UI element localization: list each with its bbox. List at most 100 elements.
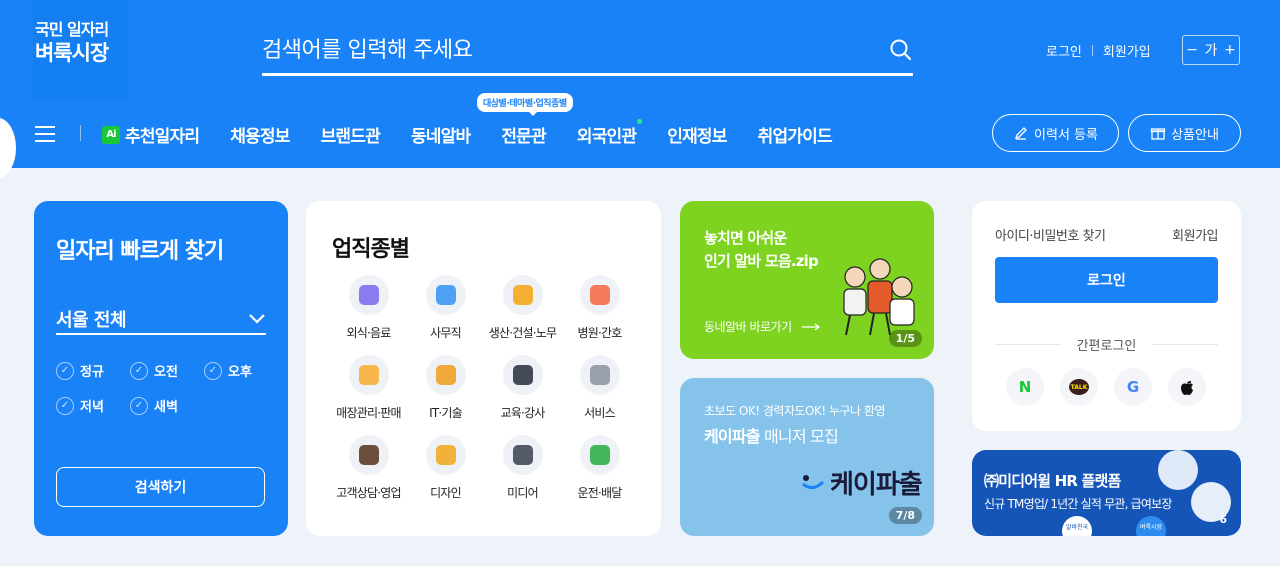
chevron-down-icon <box>249 314 265 324</box>
nav-job-info[interactable]: 채용정보 <box>230 122 290 147</box>
category-item[interactable]: 생산·건설·노무 <box>484 275 561 341</box>
nav-specialty[interactable]: 전문관 <box>501 122 546 147</box>
arrow-right-icon <box>801 322 820 331</box>
hamburger-menu-icon[interactable] <box>35 126 55 142</box>
option-regular[interactable]: ✓ 정규 <box>56 361 130 380</box>
nav-brand[interactable]: 브랜드관 <box>321 122 381 147</box>
nav-local-parttime[interactable]: 동네알바 <box>411 122 471 147</box>
category-item[interactable]: 서비스 <box>561 355 638 421</box>
font-increase-button[interactable]: + <box>1224 42 1236 58</box>
kpachul-logo: 케이파출 <box>830 470 923 500</box>
region-select[interactable]: 서울 전체 <box>56 305 266 335</box>
category-item[interactable]: 외식·음료 <box>330 275 407 341</box>
apple-login-icon[interactable] <box>1168 368 1206 406</box>
find-id-password-link[interactable]: 아이디·비밀번호 찾기 <box>995 225 1106 244</box>
byeoruksijang-logo: 벼룩시장 <box>1136 516 1166 536</box>
check-icon: ✓ <box>56 396 74 415</box>
google-login-icon[interactable]: G <box>1114 368 1152 406</box>
naver-glyph: N <box>1018 378 1032 396</box>
check-icon: ✓ <box>130 361 148 380</box>
banner-link[interactable]: 동네알바 바로가기 <box>704 318 822 335</box>
category-label: 디자인 <box>430 486 462 500</box>
category-item[interactable]: IT·기술 <box>407 355 484 421</box>
category-icon <box>502 355 543 395</box>
category-icon <box>579 275 620 315</box>
category-icon <box>425 355 466 395</box>
font-decrease-button[interactable]: − <box>1186 42 1198 58</box>
category-label: 서비스 <box>584 406 616 420</box>
category-title: 업직종별 <box>332 237 410 262</box>
category-label: 운전·배달 <box>577 486 623 500</box>
option-dawn[interactable]: ✓ 새벽 <box>130 396 204 415</box>
kakao-login-icon[interactable]: TALK <box>1060 368 1098 406</box>
kpachul-mark-icon <box>802 475 825 489</box>
pencil-icon <box>1015 127 1027 140</box>
category-icon <box>348 435 389 475</box>
banner-link-label: 동네알바 바로가기 <box>704 320 792 334</box>
search-bar <box>262 30 913 76</box>
search-input[interactable] <box>262 30 862 70</box>
nav-talent[interactable]: 인재정보 <box>667 122 727 147</box>
product-info-button[interactable]: 상품안내 <box>1128 114 1241 152</box>
category-label: IT·기술 <box>429 406 463 420</box>
region-value: 서울 전체 <box>56 310 127 331</box>
category-item[interactable]: 사무직 <box>407 275 484 341</box>
option-morning[interactable]: ✓ 오전 <box>130 361 204 380</box>
option-afternoon[interactable]: ✓ 오후 <box>204 361 278 380</box>
resume-register-button[interactable]: 이력서 등록 <box>992 114 1119 152</box>
login-link[interactable]: 로그인 <box>1046 41 1082 60</box>
nav-foreigner[interactable]: 외국인관 <box>577 119 643 147</box>
category-item[interactable]: 매장관리·판매 <box>330 355 407 421</box>
signup-link[interactable]: 회원가입 <box>1103 41 1151 60</box>
category-label: 병원·간호 <box>577 326 623 340</box>
option-label: 오후 <box>228 365 252 380</box>
signup-link[interactable]: 회원가입 <box>1172 225 1218 244</box>
banner-line2: 케이파출 매니저 모집 <box>704 423 839 447</box>
site-logo[interactable]: 국민 일자리 벼룩시장 <box>33 0 129 98</box>
category-label: 생산·건설·노무 <box>488 326 557 340</box>
category-item[interactable]: 고객상담·영업 <box>330 435 407 501</box>
option-evening[interactable]: ✓ 저녁 <box>56 396 130 415</box>
banner-line2: 인기 알바 모음.zip <box>704 252 819 270</box>
check-icon: ✓ <box>130 396 148 415</box>
banner-brand-bold: 케이파출 <box>704 427 760 446</box>
apple-icon <box>1181 381 1193 395</box>
banner-line1: 초보도 OK! 경력자도OK! 누구나 환영 <box>704 404 886 418</box>
nav-career-guide[interactable]: 취업가이드 <box>758 122 833 147</box>
category-icon <box>579 435 620 475</box>
category-item[interactable]: 운전·배달 <box>561 435 638 501</box>
quick-search-button[interactable]: 검색하기 <box>56 467 265 507</box>
login-button[interactable]: 로그인 <box>995 257 1218 303</box>
category-icon <box>348 275 389 315</box>
category-label: 교육·강사 <box>500 406 546 420</box>
category-item[interactable]: 디자인 <box>407 435 484 501</box>
check-icon: ✓ <box>56 361 74 380</box>
banner-line2-rest: 매니저 모집 <box>759 427 839 446</box>
top-links: 로그인 회원가입 <box>1046 41 1151 60</box>
banner-pager: 1/5 <box>888 330 922 347</box>
logo-line2: 벼룩시장 <box>35 41 109 65</box>
ad-pager: 6 <box>1219 513 1227 526</box>
category-item[interactable]: 미디어 <box>484 435 561 501</box>
parttime-banner[interactable]: 놓치면 아쉬운 인기 알바 모음.zip 동네알바 바로가기 1/5 <box>680 201 934 359</box>
mediawill-ad-banner[interactable]: ㈜미디어윌 HR 플랫폼 신규 TM영업/ 1년간 실적 무관, 급여보장 알바… <box>972 450 1241 536</box>
category-item[interactable]: 병원·간호 <box>561 275 638 341</box>
kpachul-banner[interactable]: 초보도 OK! 경력자도OK! 누구나 환영 케이파출 매니저 모집 케이파출 … <box>680 378 934 536</box>
category-icon <box>425 435 466 475</box>
naver-login-icon[interactable]: N <box>1006 368 1044 406</box>
divider <box>1091 45 1093 56</box>
category-label: 고객상담·영업 <box>336 486 401 500</box>
albachunguk-logo: 알바천국 <box>1062 516 1092 536</box>
nav-recommended-jobs[interactable]: Ai 추천일자리 <box>102 122 200 147</box>
login-panel: 아이디·비밀번호 찾기 회원가입 로그인 간편로그인 N TALK G <box>972 201 1241 431</box>
banner-title: 놓치면 아쉬운 인기 알바 모음.zip <box>704 227 819 273</box>
resume-label: 이력서 등록 <box>1034 127 1098 143</box>
search-icon[interactable] <box>889 38 913 62</box>
gift-icon <box>1150 128 1166 140</box>
category-label: 미디어 <box>507 486 539 500</box>
simple-login-label: 간편로그인 <box>995 335 1218 354</box>
category-item[interactable]: 교육·강사 <box>484 355 561 421</box>
option-label: 새벽 <box>154 400 178 415</box>
logo-line1: 국민 일자리 <box>35 20 109 39</box>
kakao-talk-icon: TALK <box>1069 379 1089 395</box>
